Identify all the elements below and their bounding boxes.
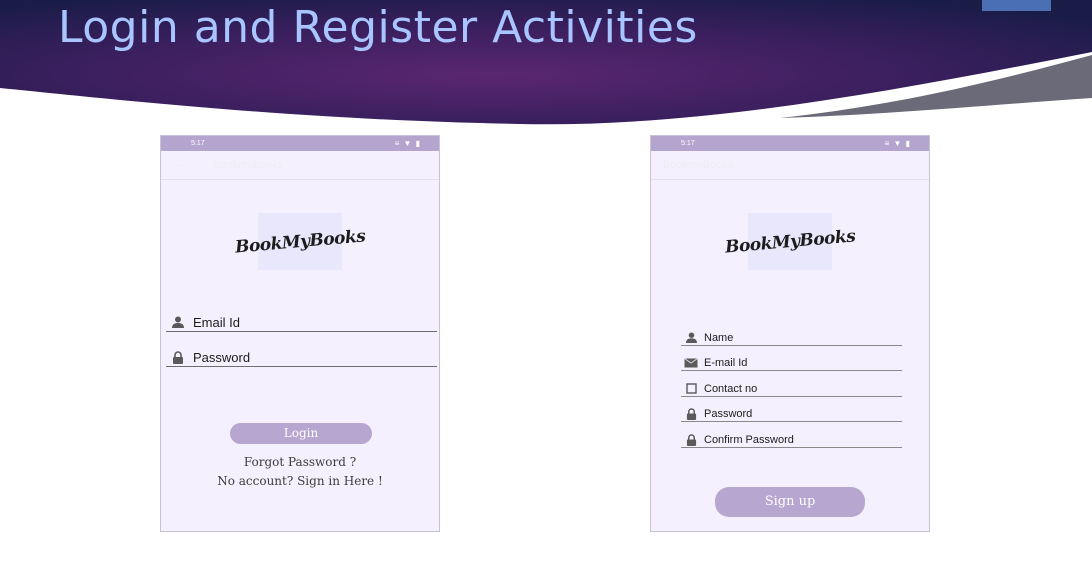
app-logo: BookMyBooks xyxy=(234,213,366,270)
lock-icon xyxy=(169,350,187,364)
login-screen: 5:17 ≡ ▼ ▮ ← BookmyBooks BookMyBooks Ema… xyxy=(160,135,440,532)
status-icons: ≡ ▼ ▮ xyxy=(394,139,421,148)
confirm-password-field[interactable]: Confirm Password xyxy=(681,432,902,448)
login-button[interactable]: Login xyxy=(230,423,372,444)
slide-title: Login and Register Activities xyxy=(58,2,698,53)
app-bar: ← BookmyBooks xyxy=(161,151,439,180)
contact-field-label: Contact no xyxy=(704,382,758,395)
signup-link[interactable]: No account? Sign in Here ! xyxy=(161,474,439,488)
app-bar: BookmyBooks xyxy=(651,151,929,180)
logo-text: BookMyBooks xyxy=(234,225,366,258)
password-field-label: Password xyxy=(193,349,251,365)
email-field-label: E-mail Id xyxy=(704,356,748,369)
status-bar: 5:17 ≡ ▼ ▮ xyxy=(161,136,439,151)
status-time: 5:17 xyxy=(191,140,205,147)
signup-button[interactable]: Sign up xyxy=(715,487,865,517)
person-icon xyxy=(169,316,187,328)
person-icon xyxy=(684,332,698,343)
email-field[interactable]: Email Id xyxy=(166,313,437,332)
email-field-label: Email Id xyxy=(193,314,240,330)
forgot-password-link[interactable]: Forgot Password ? xyxy=(161,455,439,469)
app-logo: BookMyBooks xyxy=(724,213,856,270)
status-icons: ≡ ▼ ▮ xyxy=(884,139,911,148)
lock-icon xyxy=(684,407,698,420)
status-time: 5:17 xyxy=(681,140,695,147)
email-field[interactable]: E-mail Id xyxy=(681,355,902,371)
register-screen: 5:17 ≡ ▼ ▮ BookmyBooks BookMyBooks Name … xyxy=(650,135,930,532)
app-title: BookmyBooks xyxy=(213,159,284,171)
corner-accent xyxy=(982,0,1051,11)
contact-field[interactable]: Contact no xyxy=(681,381,902,397)
password-field[interactable]: Password xyxy=(166,348,437,367)
status-bar: 5:17 ≡ ▼ ▮ xyxy=(651,136,929,151)
name-field[interactable]: Name xyxy=(681,330,902,346)
confirm-password-field-label: Confirm Password xyxy=(704,433,794,446)
mail-icon xyxy=(684,357,698,368)
arrow-left-icon[interactable]: ← xyxy=(175,158,186,170)
app-title: BookmyBooks xyxy=(663,159,734,171)
phone-icon xyxy=(684,383,698,394)
name-field-label: Name xyxy=(704,331,734,344)
password-field[interactable]: Password xyxy=(681,406,902,422)
lock-icon xyxy=(684,433,698,446)
logo-text: BookMyBooks xyxy=(724,225,856,258)
password-field-label: Password xyxy=(704,407,753,420)
